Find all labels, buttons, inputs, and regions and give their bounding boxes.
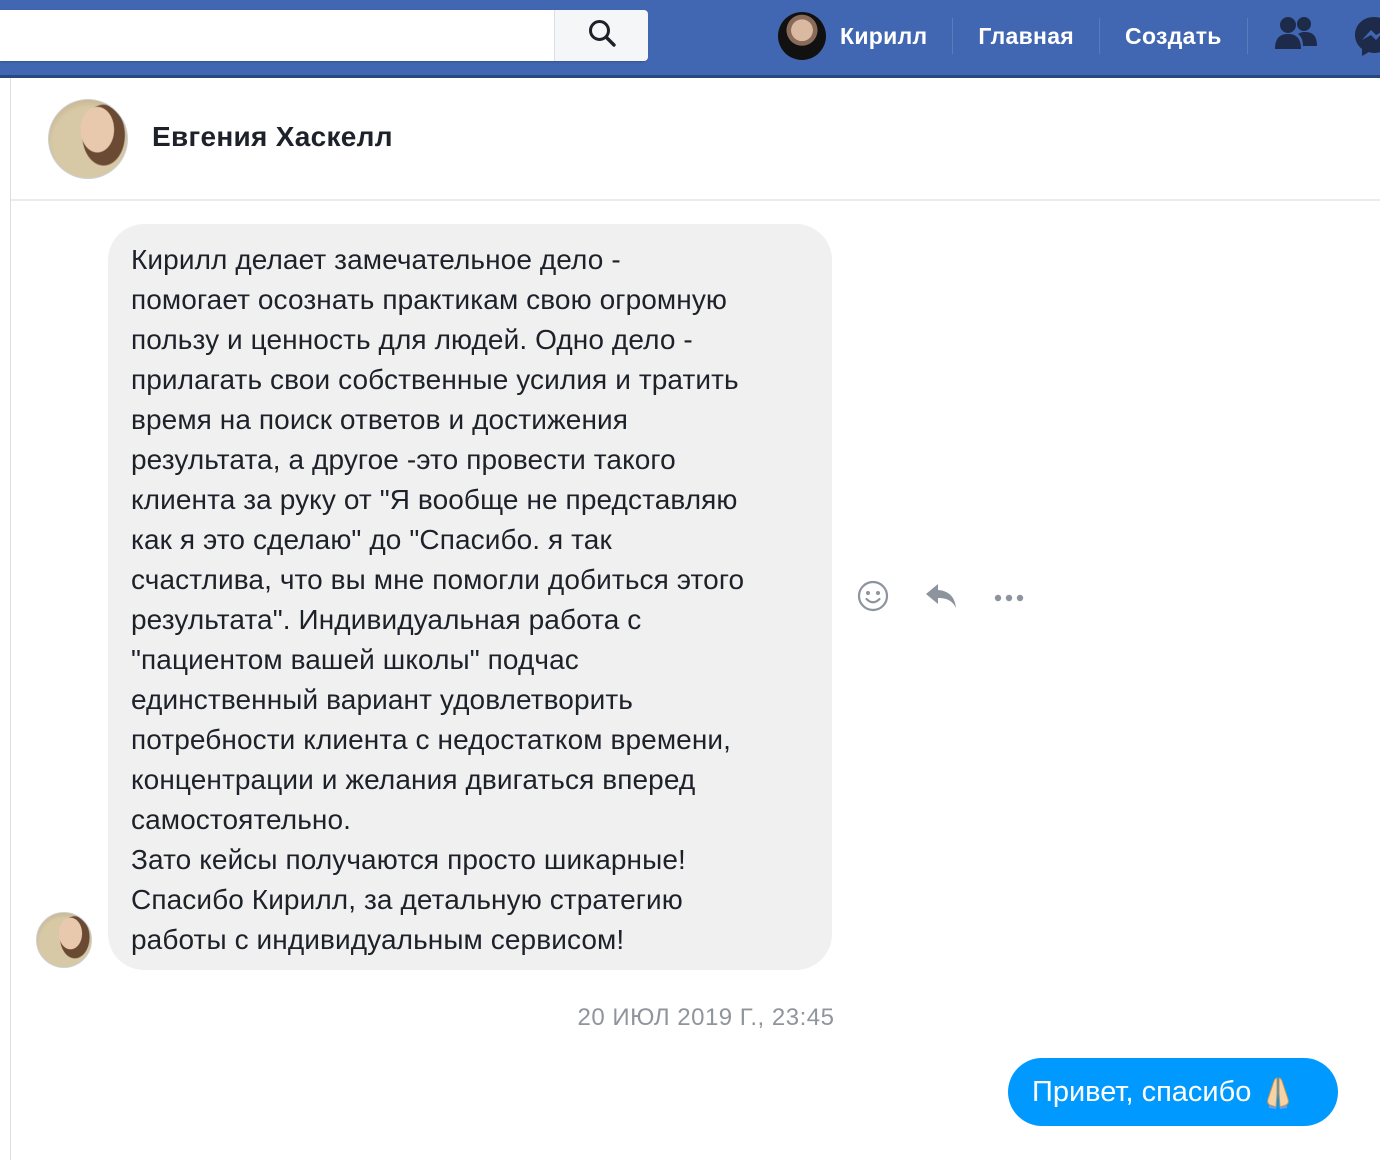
profile-link[interactable]: Кирилл bbox=[775, 0, 952, 72]
search-input[interactable] bbox=[0, 10, 553, 61]
message-line: концентрации и желания двигаться вперед bbox=[131, 764, 696, 795]
friend-requests-button[interactable] bbox=[1248, 0, 1344, 72]
left-border bbox=[10, 78, 11, 1160]
incoming-message-bubble[interactable]: Кирилл делает замечательное дело - помог… bbox=[108, 224, 832, 970]
message-line: единственный вариант удовлетворить bbox=[131, 684, 633, 715]
outgoing-message-bubble[interactable]: Привет, спасибо bbox=[1008, 1058, 1338, 1126]
message-line: Спасибо Кирилл, за детальную стратегию bbox=[131, 884, 683, 915]
conversation-header: Евгения Хаскелл bbox=[11, 78, 1380, 201]
search-icon bbox=[587, 18, 617, 53]
reply-button[interactable] bbox=[923, 580, 959, 616]
message-line: время на поиск ответов и достижения bbox=[131, 404, 629, 435]
message-line: Кирилл делает замечательное дело - bbox=[131, 244, 621, 275]
avatar[interactable] bbox=[48, 99, 128, 179]
message-line: клиента за руку от "Я вообще не представ… bbox=[131, 484, 738, 515]
message-line: работы с индивидуальным сервисом! bbox=[131, 924, 625, 955]
smiley-icon bbox=[857, 580, 889, 617]
contact-name[interactable]: Евгения Хаскелл bbox=[152, 121, 393, 153]
avatar bbox=[778, 12, 826, 60]
top-nav: Кирилл Главная Создать bbox=[775, 0, 1344, 72]
folded-hands-icon bbox=[1265, 1075, 1291, 1109]
message-timestamp: 20 ИЮЛ 2019 Г., 23:45 bbox=[577, 1004, 835, 1031]
message-line: как я это сделаю" до "Спасибо. я так bbox=[131, 524, 612, 555]
message-line: счастлива, что вы мне помогли добиться э… bbox=[131, 564, 745, 595]
message-line: Зато кейсы получаются просто шикарные! bbox=[131, 844, 686, 875]
more-button[interactable] bbox=[991, 580, 1027, 616]
nav-create-label: Создать bbox=[1125, 22, 1222, 49]
nav-create-link[interactable]: Создать bbox=[1100, 0, 1247, 72]
message-text: Привет, спасибо bbox=[1032, 1075, 1252, 1108]
friends-icon bbox=[1274, 15, 1318, 58]
messenger-icon bbox=[1352, 17, 1380, 62]
nav-home-label: Главная bbox=[978, 22, 1075, 49]
search-box bbox=[0, 10, 648, 61]
search-button[interactable] bbox=[554, 10, 648, 61]
more-icon bbox=[994, 589, 1024, 607]
message-line: результата, а другое -это провести таког… bbox=[131, 444, 676, 475]
message-line: результата". Индивидуальная работа с bbox=[131, 604, 642, 635]
message-line: самостоятельно. bbox=[131, 804, 352, 835]
message-line: "пациентом вашей школы" подчас bbox=[131, 644, 579, 675]
message-actions bbox=[855, 580, 1059, 616]
avatar[interactable] bbox=[36, 912, 92, 968]
message-line: прилагать свои собственные усилия и трат… bbox=[131, 364, 739, 395]
reply-icon bbox=[924, 582, 958, 615]
nav-home-link[interactable]: Главная bbox=[953, 0, 1099, 72]
message-line: пользу и ценность для людей. Одно дело - bbox=[131, 324, 693, 355]
message-line: помогает осознать практикам свою огромну… bbox=[131, 284, 728, 315]
react-button[interactable] bbox=[855, 580, 891, 616]
profile-name: Кирилл bbox=[840, 22, 928, 49]
messenger-button[interactable] bbox=[1352, 14, 1380, 58]
message-line: потребности клиента с недостатком времен… bbox=[131, 724, 732, 755]
top-navigation-bar: Кирилл Главная Создать bbox=[0, 0, 1380, 78]
